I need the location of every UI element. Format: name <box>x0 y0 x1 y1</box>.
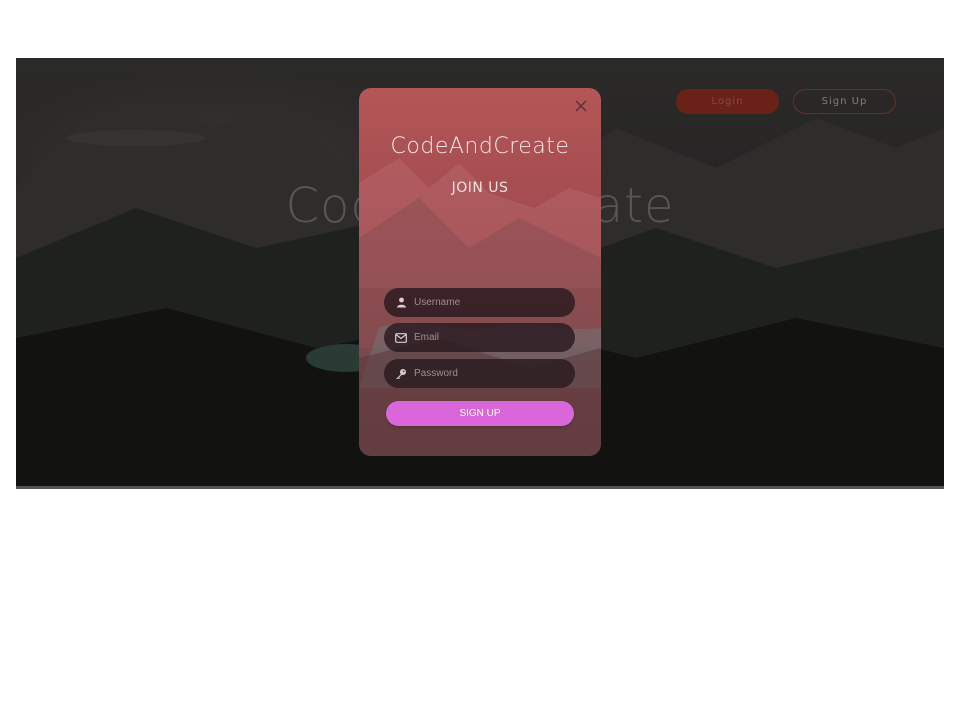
username-input[interactable] <box>414 297 564 308</box>
modal-brand-title: CodeAndCreate <box>390 134 570 159</box>
user-icon <box>395 297 407 309</box>
password-input[interactable] <box>414 368 564 379</box>
password-field[interactable] <box>384 359 575 388</box>
username-field[interactable] <box>384 288 575 317</box>
key-icon <box>395 368 407 380</box>
signup-modal: CodeAndCreate JOIN US SIGN UP <box>359 88 601 456</box>
close-icon[interactable] <box>573 98 589 114</box>
envelope-icon <box>395 332 407 344</box>
page-divider <box>16 486 944 489</box>
email-input[interactable] <box>414 332 564 343</box>
modal-heading: JOIN US <box>451 180 509 196</box>
email-field[interactable] <box>384 323 575 352</box>
sign-up-submit-button[interactable]: SIGN UP <box>386 401 574 426</box>
login-button[interactable]: Login <box>676 89 779 114</box>
sign-up-nav-button[interactable]: Sign Up <box>793 89 896 114</box>
